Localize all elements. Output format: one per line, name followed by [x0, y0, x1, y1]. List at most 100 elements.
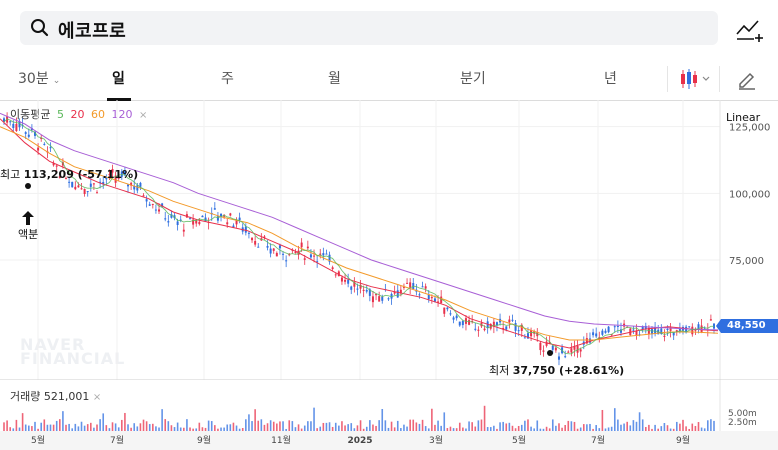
volume-bar — [623, 423, 625, 431]
candle-body — [691, 326, 694, 335]
volume-bar — [638, 412, 641, 431]
volume-bar — [24, 424, 27, 431]
volume-bar — [192, 428, 194, 431]
volume-bar — [427, 428, 430, 431]
candle-body — [216, 216, 219, 221]
volume-bar — [86, 424, 89, 431]
search-query[interactable]: 에코프로 — [58, 17, 126, 43]
volume-bar — [390, 421, 393, 431]
volume-bar — [421, 419, 424, 431]
volume-bar — [83, 425, 86, 431]
candle-body — [251, 237, 254, 241]
date-axis-label: 11월 — [271, 434, 291, 446]
candle-body — [554, 347, 557, 351]
volume-bar — [186, 419, 188, 431]
candle-body — [127, 184, 130, 187]
volume-bar — [669, 428, 672, 431]
volume-bar — [691, 423, 694, 431]
candle-body — [282, 253, 285, 255]
candle-body — [505, 326, 508, 330]
volume-bar — [241, 428, 244, 431]
tab-quarter[interactable]: 분기 — [460, 68, 486, 88]
price-chart[interactable]: 125,000 100,000 75,000 — [0, 100, 778, 380]
pencil-icon[interactable] — [735, 67, 759, 91]
volume-bar — [136, 426, 139, 431]
volume-bar — [474, 426, 477, 431]
volume-bar — [372, 424, 374, 431]
volume-bar — [55, 420, 58, 431]
candle-body — [303, 258, 306, 260]
candle-body — [406, 282, 409, 284]
volume-bar — [359, 420, 362, 431]
volume-bar — [524, 420, 526, 431]
volume-bar — [127, 424, 129, 431]
volume-bar — [167, 421, 170, 431]
candle-body — [9, 121, 12, 123]
volume-bar — [189, 427, 191, 431]
volume-bar — [424, 426, 427, 431]
candle-body — [331, 267, 334, 270]
candle-body — [449, 313, 452, 315]
volume-bar — [412, 419, 415, 431]
volume-chart[interactable]: 5.00m 2.50m 5월 7월 9월 11월 2025 3월 5월 7월 9월 — [0, 380, 778, 450]
volume-bar — [567, 420, 570, 431]
volume-bar — [6, 420, 8, 431]
candle-body — [452, 317, 455, 320]
volume-bar — [260, 419, 263, 431]
candle-body — [604, 330, 607, 333]
volume-bar — [235, 425, 238, 431]
volume-bar — [533, 428, 535, 431]
candle-body — [43, 143, 46, 145]
tab-week[interactable]: 주 — [221, 68, 234, 88]
volume-bar — [548, 428, 551, 431]
tab-month[interactable]: 월 — [328, 68, 341, 88]
volume-bar — [217, 428, 219, 431]
volume-bar — [65, 424, 67, 431]
candle-body — [461, 320, 464, 326]
volume-bar — [458, 422, 461, 431]
volume-bar — [334, 422, 337, 431]
volume-bar — [158, 427, 160, 431]
volume-bar — [201, 427, 204, 431]
candle-body — [378, 296, 381, 302]
candle-body — [592, 332, 595, 336]
search-bar[interactable]: 에코프로 — [20, 11, 718, 45]
candle-body — [601, 330, 604, 335]
candle-body — [145, 199, 148, 202]
volume-bar — [496, 428, 498, 431]
volume-bar — [579, 427, 582, 431]
candle-body — [269, 248, 272, 254]
candle-body — [12, 123, 15, 129]
tab-30min[interactable]: 30분 ⌄ — [18, 68, 60, 88]
ma60-line — [0, 126, 719, 341]
volume-bar — [400, 428, 402, 431]
volume-bar — [539, 428, 542, 431]
volume-bar — [393, 427, 396, 431]
volume-bar — [272, 421, 275, 431]
arrow-up-icon — [22, 211, 34, 225]
volume-bar — [663, 423, 666, 431]
volume-bar — [155, 426, 157, 431]
candle-body — [278, 245, 281, 249]
volume-bar — [499, 422, 501, 431]
candle-body — [226, 222, 229, 225]
volume-bar — [195, 428, 198, 431]
volume-bar — [37, 428, 39, 431]
volume-bar — [313, 407, 315, 431]
candle-body — [700, 325, 703, 333]
candlestick-icon[interactable] — [678, 67, 714, 91]
compare-chart-icon[interactable] — [734, 14, 764, 44]
volume-bar — [307, 421, 309, 431]
volume-bar — [142, 419, 145, 431]
volume-bar — [502, 421, 504, 431]
candle-body — [229, 213, 232, 216]
volume-bar — [207, 420, 210, 431]
volume-bar — [644, 426, 647, 431]
volume-bar — [713, 420, 715, 431]
candle-body — [688, 326, 691, 328]
tab-day[interactable]: 일 — [112, 68, 125, 88]
candle-body — [477, 329, 480, 331]
tab-year[interactable]: 년 — [604, 68, 617, 88]
volume-bar — [99, 419, 101, 431]
volume-bar — [164, 419, 167, 431]
